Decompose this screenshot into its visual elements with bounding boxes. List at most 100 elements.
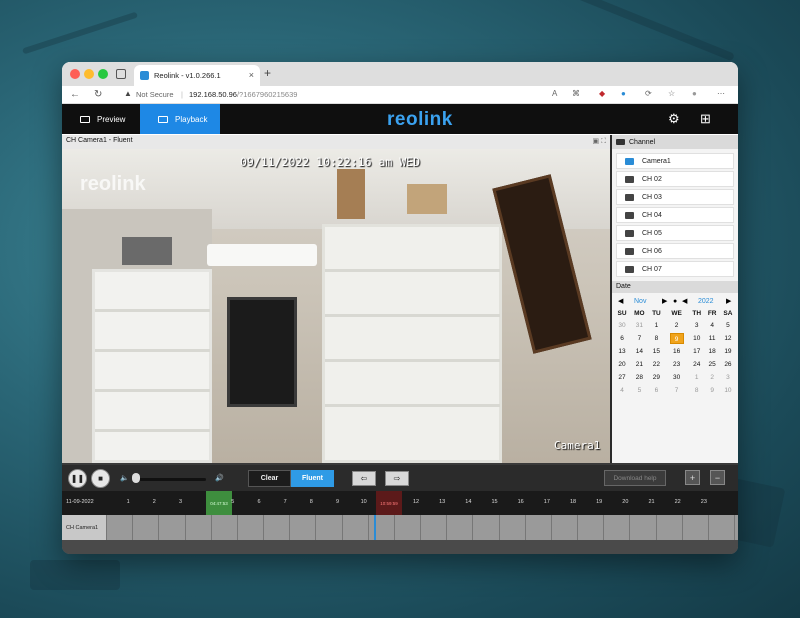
previous-clip-button[interactable]: ⇦ [352, 471, 376, 486]
url-field[interactable]: 192.168.50.96/?1667960215639 [189, 90, 297, 99]
zoom-out-button[interactable]: − [710, 470, 725, 485]
volume-slider[interactable] [134, 478, 206, 481]
channel-item[interactable]: CH 05 [616, 225, 734, 241]
calendar-day[interactable]: 27 [614, 371, 630, 384]
calendar-day[interactable]: 8 [689, 384, 704, 397]
timeline-hour-label: 6 [257, 499, 261, 505]
calendar-day[interactable]: 3 [689, 319, 704, 332]
next-clip-button[interactable]: ⇨ [385, 471, 409, 486]
text-size-icon[interactable]: A [552, 89, 557, 98]
next-month-icon[interactable]: ▶ [662, 297, 667, 305]
channel-item[interactable]: CH 03 [616, 189, 734, 205]
gear-icon[interactable]: ⚙ [668, 111, 680, 127]
volume-icon[interactable]: 🔊 [215, 474, 224, 482]
stop-button[interactable]: ■ [91, 469, 110, 488]
calendar-day[interactable]: 30 [664, 371, 689, 384]
extension-icon[interactable]: ◆ [599, 89, 605, 98]
close-tab-icon[interactable]: × [249, 70, 254, 80]
minimize-window-button[interactable] [84, 69, 94, 79]
pause-button[interactable]: ❚❚ [68, 469, 87, 488]
fullscreen-icon[interactable]: ⛶ [601, 138, 606, 145]
maximize-window-button[interactable] [98, 69, 108, 79]
timeline-cursor[interactable] [374, 515, 376, 540]
channel-item[interactable]: Camera1 [616, 153, 734, 169]
calendar-day[interactable]: 4 [704, 319, 719, 332]
calendar-day[interactable]: 8 [649, 332, 664, 345]
calendar-day[interactable]: 7 [664, 384, 689, 397]
calendar-day[interactable]: 15 [649, 345, 664, 358]
more-icon[interactable]: ⋯ [717, 89, 725, 98]
zoom-in-button[interactable]: + [685, 470, 700, 485]
calendar-day[interactable]: 31 [630, 319, 649, 332]
calendar-day[interactable]: 10 [720, 384, 736, 397]
channel-item[interactable]: CH 06 [616, 243, 734, 259]
reload-icon[interactable]: ↻ [94, 89, 102, 100]
calendar-day[interactable]: 24 [689, 358, 704, 371]
calendar-day[interactable]: 7 [630, 332, 649, 345]
calendar-day[interactable]: 10 [689, 332, 704, 345]
today-icon[interactable]: ● [673, 298, 677, 305]
translate-icon[interactable]: ⌘ [572, 89, 580, 98]
calendar-day[interactable]: 9 [664, 332, 689, 345]
extension-icon[interactable]: ⟳ [645, 89, 652, 98]
calendar-day[interactable]: 5 [630, 384, 649, 397]
calendar-day[interactable]: 1 [649, 319, 664, 332]
calendar-day[interactable]: 19 [720, 345, 736, 358]
calendar-day[interactable]: 12 [720, 332, 736, 345]
calendar-day[interactable]: 30 [614, 319, 630, 332]
prev-year-icon[interactable]: ◀ [682, 297, 687, 305]
profile-icon[interactable]: ● [692, 89, 697, 98]
warning-icon[interactable]: ▲ [124, 89, 132, 98]
close-window-button[interactable] [70, 69, 80, 79]
calendar-day[interactable]: 22 [649, 358, 664, 371]
calendar-day[interactable]: 2 [704, 371, 719, 384]
calendar-day[interactable]: 23 [664, 358, 689, 371]
timeline-track[interactable]: CH Camera1 [62, 515, 738, 540]
tab-playback[interactable]: Playback [140, 104, 220, 134]
calendar-day[interactable]: 13 [614, 345, 630, 358]
tab-overview-icon[interactable] [116, 69, 126, 79]
security-label[interactable]: Not Secure [136, 90, 174, 99]
calendar-day[interactable]: 6 [649, 384, 664, 397]
calendar-day[interactable]: 3 [720, 371, 736, 384]
tab-preview[interactable]: Preview [62, 104, 140, 134]
bookmark-icon[interactable]: ☆ [668, 89, 675, 98]
calendar-day[interactable]: 28 [630, 371, 649, 384]
next-year-icon[interactable]: ▶ [726, 297, 731, 305]
channel-item[interactable]: CH 04 [616, 207, 734, 223]
calendar-day-label: 30 [672, 374, 681, 381]
calendar-day[interactable]: 20 [614, 358, 630, 371]
calendar-day[interactable]: 29 [649, 371, 664, 384]
back-arrow-icon[interactable]: ← [70, 89, 80, 100]
calendar-day[interactable]: 5 [720, 319, 736, 332]
new-tab-button[interactable]: + [264, 66, 271, 80]
calendar-day[interactable]: 26 [720, 358, 736, 371]
prev-month-icon[interactable]: ◀ [618, 297, 623, 305]
quality-fluent-button[interactable]: Fluent [291, 470, 334, 487]
calendar-day[interactable]: 16 [664, 345, 689, 358]
channel-item[interactable]: CH 02 [616, 171, 734, 187]
calendar-day[interactable]: 21 [630, 358, 649, 371]
calendar-day[interactable]: 9 [704, 384, 719, 397]
timeline-scrollbar[interactable] [62, 540, 738, 554]
calendar-day[interactable]: 11 [704, 332, 719, 345]
video-player[interactable]: 09/11/2022 10:22:16 am WED reolink Camer… [62, 149, 610, 463]
calendar-day[interactable]: 18 [704, 345, 719, 358]
add-device-icon[interactable]: ⊞ [700, 111, 711, 127]
quality-clear-button[interactable]: Clear [248, 470, 291, 487]
browser-tab[interactable]: Reolink - v1.0.266.1 × [134, 65, 260, 86]
download-button[interactable]: Download help [604, 470, 666, 486]
calendar-day[interactable]: 25 [704, 358, 719, 371]
volume-slider-handle[interactable] [132, 473, 140, 483]
channel-item[interactable]: CH 07 [616, 261, 734, 277]
calendar-day[interactable]: 4 [614, 384, 630, 397]
calendar-day[interactable]: 2 [664, 319, 689, 332]
extension-icon[interactable]: ● [621, 89, 626, 98]
snapshot-icon[interactable]: ▣ [593, 138, 600, 145]
calendar-day[interactable]: 17 [689, 345, 704, 358]
mute-icon[interactable]: 🔈 [120, 474, 129, 482]
calendar-day[interactable]: 14 [630, 345, 649, 358]
calendar-day[interactable]: 1 [689, 371, 704, 384]
weekday-label: SA [723, 309, 733, 317]
calendar-day[interactable]: 6 [614, 332, 630, 345]
